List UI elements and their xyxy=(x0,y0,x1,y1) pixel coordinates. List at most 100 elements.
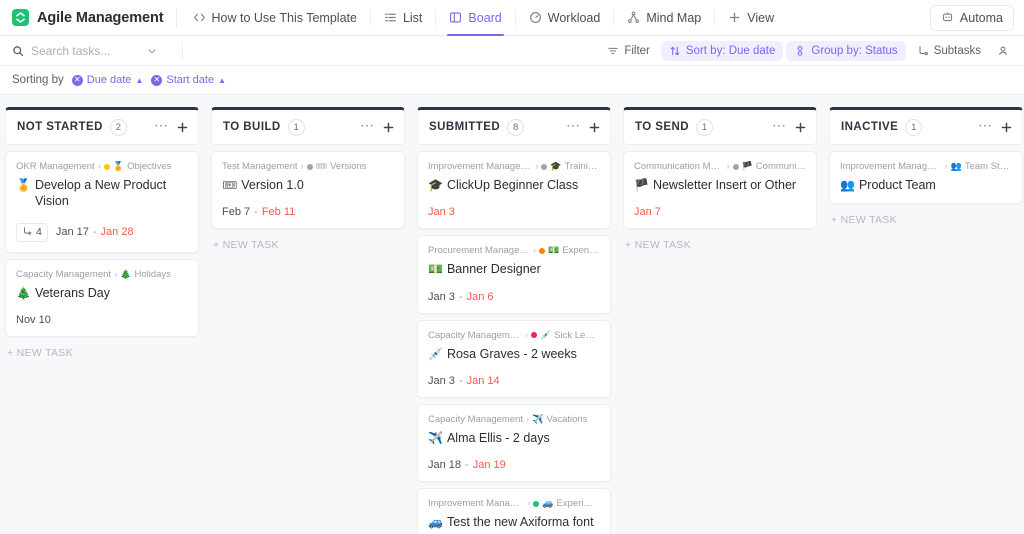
tab-workload-label: Workload xyxy=(547,10,601,25)
ellipsis-icon[interactable]: ⋯ xyxy=(154,118,169,134)
breadcrumb-list: Improvement Management xyxy=(840,161,941,172)
breadcrumb-target: Team Status xyxy=(964,161,1012,172)
subtasks-label: Subtasks xyxy=(933,44,981,57)
column-header[interactable]: SUBMITTED 8 ⋯ xyxy=(417,107,611,145)
task-dates[interactable]: Jan 3 xyxy=(428,206,455,218)
breadcrumb-list: Capacity Management xyxy=(16,268,112,280)
breadcrumb-list: Capacity Management xyxy=(428,329,522,341)
ellipsis-icon[interactable]: ⋯ xyxy=(772,118,787,134)
sort-pill-due-date[interactable]: ✕ Due date ▲ xyxy=(71,74,143,86)
plus-icon[interactable] xyxy=(588,121,601,134)
column-header[interactable]: NOT STARTED 2 ⋯ xyxy=(5,107,199,145)
due-date: Jan 28 xyxy=(100,226,134,238)
search-box[interactable] xyxy=(12,43,172,58)
tab-list[interactable]: List xyxy=(380,0,426,36)
task-card[interactable]: Improvement Managem… › 🚙 Experime… 🚙 Tes… xyxy=(417,488,611,534)
new-task-button[interactable]: + NEW TASK xyxy=(829,210,1023,226)
sort-pill-start-date[interactable]: ✕ Start date ▲ xyxy=(151,74,226,86)
board-column-submitted: SUBMITTED 8 ⋯ Improvement Management › 🎓… xyxy=(414,107,614,534)
person-icon xyxy=(997,45,1009,57)
column-title: INACTIVE xyxy=(841,121,899,133)
plus-icon[interactable] xyxy=(1000,121,1013,134)
task-emoji: 💵 xyxy=(428,262,443,277)
task-title: 🚙 Test the new Axiforma font xyxy=(428,514,600,530)
assignee-filter-button[interactable] xyxy=(992,41,1014,61)
column-header[interactable]: TO SEND 1 ⋯ xyxy=(623,107,817,145)
task-card[interactable]: Improvement Management › 👥 Team Status 👥… xyxy=(829,151,1023,205)
task-card[interactable]: Capacity Management › 🎄 Holidays 🎄 Veter… xyxy=(5,258,199,337)
automations-label: Automa xyxy=(959,10,1003,25)
task-card[interactable]: Capacity Management › ✈️ Vacations ✈️ Al… xyxy=(417,403,611,482)
divider xyxy=(435,9,437,26)
task-dates[interactable]: Jan 7 xyxy=(634,206,661,218)
new-task-button[interactable]: + NEW TASK xyxy=(211,235,405,251)
sort-by-button[interactable]: Sort by: Due date xyxy=(660,40,784,61)
ellipsis-icon[interactable]: ⋯ xyxy=(566,118,581,134)
breadcrumb-target: Holidays xyxy=(134,268,171,280)
sort-pill-due-date-label: Due date xyxy=(86,74,132,86)
task-dates[interactable]: Jan 3 - Jan 6 xyxy=(428,291,494,303)
search-icon xyxy=(12,45,24,57)
task-dates[interactable]: Jan 3 - Jan 14 xyxy=(428,375,500,387)
task-dates[interactable]: Jan 17 - Jan 28 xyxy=(56,226,134,238)
breadcrumb-list: Communication Manag… xyxy=(634,161,723,172)
sort-direction-asc-icon[interactable]: ▲ xyxy=(218,76,226,85)
automations-button[interactable]: Automa xyxy=(929,4,1014,31)
task-card[interactable]: Improvement Management › 🎓 Trainings 🎓 C… xyxy=(417,151,611,230)
new-task-button[interactable]: + NEW TASK xyxy=(5,343,199,359)
tab-workload[interactable]: Workload xyxy=(525,0,605,36)
breadcrumb-separator: › xyxy=(526,413,530,425)
how-to-use-template-label: How to Use This Template xyxy=(211,10,357,25)
tab-board[interactable]: Board xyxy=(445,0,505,36)
task-meta: Jan 3 - Jan 14 xyxy=(428,375,600,387)
remove-icon[interactable]: ✕ xyxy=(151,74,163,86)
ellipsis-icon[interactable]: ⋯ xyxy=(978,118,993,134)
task-dates[interactable]: Nov 10 xyxy=(16,314,51,326)
chevron-down-icon[interactable] xyxy=(146,45,158,57)
breadcrumb-list: OKR Management xyxy=(16,161,95,172)
divider xyxy=(182,41,183,60)
add-view-label: View xyxy=(747,10,775,25)
new-task-button[interactable]: + NEW TASK xyxy=(623,235,817,251)
status-dot xyxy=(306,163,313,170)
plus-icon[interactable] xyxy=(176,121,189,134)
view-controls: Filter Sort by: Due date Group by: Statu… xyxy=(599,40,1014,61)
plus-icon[interactable] xyxy=(382,121,395,134)
task-dates[interactable]: Feb 7 - Feb 11 xyxy=(222,206,295,218)
task-card[interactable]: Test Management › 🎟 Versions 🎟 Version 1… xyxy=(211,151,405,230)
task-card[interactable]: OKR Management › 🏅 Objectives 🏅 Develop … xyxy=(5,151,199,253)
breadcrumb-list: Improvement Management xyxy=(428,161,533,172)
task-title: 💵 Banner Designer xyxy=(428,261,600,277)
add-view-button[interactable]: View xyxy=(724,0,778,36)
search-input[interactable] xyxy=(31,43,139,58)
remove-icon[interactable]: ✕ xyxy=(71,74,83,86)
start-date: Jan 3 xyxy=(428,374,455,387)
ellipsis-icon[interactable]: ⋯ xyxy=(360,118,375,134)
task-emoji: 🎓 xyxy=(428,178,443,192)
column-count-badge: 1 xyxy=(287,118,305,136)
breadcrumb-emoji: 💉 xyxy=(539,329,552,340)
column-header[interactable]: INACTIVE 1 ⋯ xyxy=(829,107,1023,145)
subtasks-button[interactable]: Subtasks xyxy=(909,41,989,61)
breadcrumb-target: Trainings xyxy=(564,161,600,172)
filter-button[interactable]: Filter xyxy=(599,41,658,61)
divider xyxy=(613,9,615,26)
how-to-use-template-link[interactable]: How to Use This Template xyxy=(189,0,361,36)
task-meta: Feb 7 - Feb 11 xyxy=(222,206,394,218)
task-card[interactable]: Communication Manag… › 🏴 Communica… 🏴 Ne… xyxy=(623,151,817,230)
task-card[interactable]: Capacity Management › 💉 Sick Leave 💉 Ros… xyxy=(417,319,611,398)
plus-icon[interactable] xyxy=(794,121,807,134)
breadcrumb-emoji: 💵 xyxy=(548,245,560,256)
sort-direction-asc-icon[interactable]: ▲ xyxy=(135,76,143,85)
subtask-count-chip[interactable]: 4 xyxy=(16,222,48,242)
group-icon xyxy=(794,45,806,57)
task-title: 💉 Rosa Graves - 2 weeks xyxy=(428,346,600,362)
status-dot xyxy=(103,163,110,170)
column-header[interactable]: TO BUILD 1 ⋯ xyxy=(211,107,405,145)
task-dates[interactable]: Jan 18 - Jan 19 xyxy=(428,459,506,471)
start-date: Jan 18 xyxy=(428,459,462,471)
group-by-button[interactable]: Group by: Status xyxy=(786,40,906,61)
task-card[interactable]: Procurement Management › 💵 Expenses 💵 Ba… xyxy=(417,235,611,314)
page-title: Agile Management xyxy=(37,9,164,26)
tab-mind-map[interactable]: Mind Map xyxy=(623,0,705,36)
